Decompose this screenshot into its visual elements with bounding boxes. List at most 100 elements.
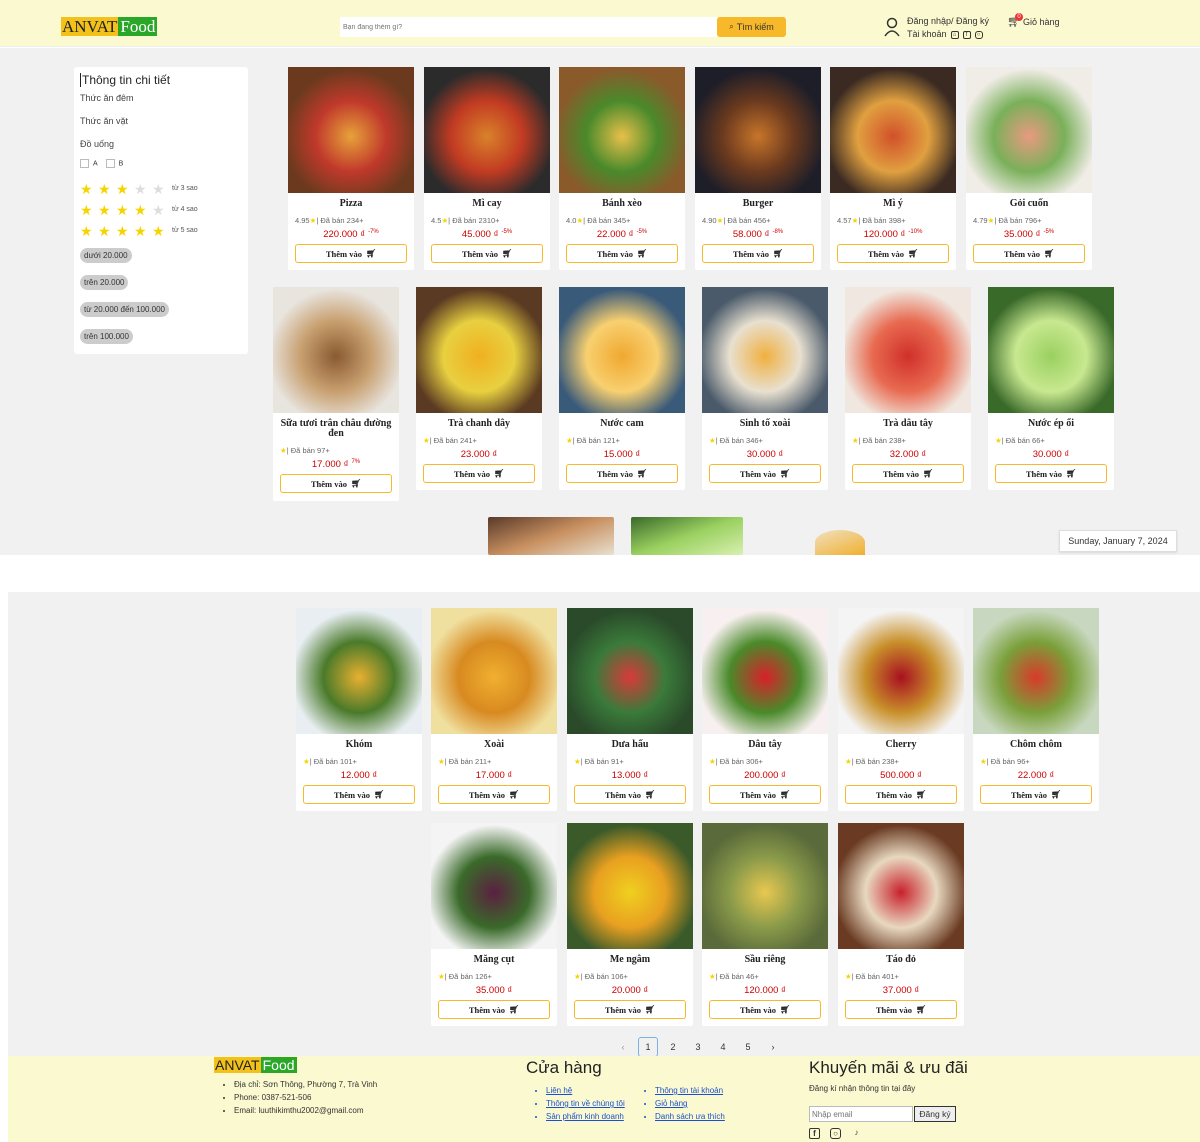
product-image[interactable] [296,608,422,734]
price-over-100000[interactable]: trên 100.000 [80,329,133,344]
product-name[interactable]: Trà chanh dây [416,419,542,429]
page-3[interactable]: 3 [688,1037,708,1057]
product-image[interactable] [416,287,542,413]
product-card[interactable]: Táo đỏ ★| Đã bán 401+ 37.000 ₫ Thêm vào 🛒︎ [838,823,964,1026]
add-to-cart-button[interactable]: Thêm vào 🛒︎ [303,785,415,804]
site-logo[interactable]: ANVAT Food [61,17,158,36]
category-drinks[interactable]: Đồ uống [80,139,242,149]
product-name[interactable]: Nước cam [559,419,685,429]
product-name[interactable]: Cherry [838,740,964,750]
product-name[interactable]: Khóm [296,740,422,750]
product-name[interactable]: Xoài [431,740,557,750]
checkbox-a[interactable]: A [80,159,98,168]
login-link[interactable]: Đăng nhập/ Đăng ký [907,15,989,28]
product-name[interactable]: Nước ép ổi [988,419,1114,429]
product-card[interactable]: Nước cam ★| Đã bán 121+ 15.000 ₫ Thêm vào 🛒︎ [559,287,685,490]
product-name[interactable]: Dưa hấu [567,740,693,750]
product-card[interactable]: Măng cụt ★| Đã bán 126+ 35.000 ₫ Thêm vào 🛒︎ [431,823,557,1026]
product-image[interactable] [559,67,685,193]
cart-link[interactable]: 🛒︎ 0 Giỏ hàng [1007,13,1060,28]
link-products[interactable]: Sản phẩm kinh doanh [546,1110,625,1123]
product-image[interactable] [845,287,971,413]
add-to-cart-button[interactable]: Thêm vào 🛒︎ [438,1000,550,1019]
add-to-cart-button[interactable]: Thêm vào 🛒︎ [566,464,678,483]
product-image[interactable] [702,823,828,949]
add-to-cart-button[interactable]: Thêm vào 🛒︎ [574,1000,686,1019]
product-card[interactable]: Trà chanh dây ★| Đã bán 241+ 23.000 ₫ Thêm … [416,287,542,490]
product-image[interactable] [695,67,821,193]
product-name[interactable]: Burger [695,199,821,209]
product-name[interactable]: Chôm chôm [973,740,1099,750]
add-to-cart-button[interactable]: Thêm vào 🛒︎ [973,244,1085,263]
page-2[interactable]: 2 [663,1037,683,1057]
page-4[interactable]: 4 [713,1037,733,1057]
search-input[interactable] [340,17,717,37]
link-wishlist[interactable]: Danh sách ưa thích [655,1110,725,1123]
product-card[interactable]: Chôm chôm ★| Đã bán 96+ 22.000 ₫ Thêm vào 🛒︎ [973,608,1099,811]
product-image[interactable] [559,287,685,413]
product-image[interactable] [838,608,964,734]
price-under-20000[interactable]: dưới 20.000 [80,248,132,263]
product-image[interactable] [273,287,399,413]
link-contact[interactable]: Liên hệ [546,1084,625,1097]
product-card[interactable]: Burger 4.90★| Đã bán 456+ 58.000 ₫ -8% Thêm … [695,67,821,270]
product-card[interactable]: Bánh xèo 4.0★| Đã bán 345+ 22.000 ₫ -5% Thêm… [559,67,685,270]
page-1[interactable]: 1 [638,1037,658,1057]
add-to-cart-button[interactable]: Thêm vào 🛒︎ [295,244,407,263]
add-to-cart-button[interactable]: Thêm vào 🛒︎ [709,464,821,483]
add-to-cart-button[interactable]: Thêm vào 🛒︎ [438,785,550,804]
product-card[interactable]: Xoài ★| Đã bán 211+ 17.000 ₫ Thêm vào 🛒︎ [431,608,557,811]
product-name[interactable]: Sữa tươi trân châu đường đen [273,419,399,439]
newsletter-email-input[interactable] [809,1106,913,1122]
product-name[interactable]: Măng cụt [431,955,557,965]
product-card[interactable]: Sữa tươi trân châu đường đen ★| Đã bán 97… [273,287,399,501]
add-to-cart-button[interactable]: Thêm vào 🛒︎ [995,464,1107,483]
product-name[interactable]: Me ngâm [567,955,693,965]
product-name[interactable]: Mì cay [424,199,550,209]
product-image[interactable] [567,608,693,734]
product-image[interactable] [702,287,828,413]
add-to-cart-button[interactable]: Thêm vào 🛒︎ [702,244,814,263]
link-cart[interactable]: Giỏ hàng [655,1097,725,1110]
product-card[interactable]: Mì ý 4.57★| Đã bán 398+ 120.000 ₫ -10% Thêm … [830,67,956,270]
product-card[interactable]: Mì cay 4.5★| Đã bán 2310+ 45.000 ₫ -5% Thêm … [424,67,550,270]
product-image[interactable] [702,608,828,734]
product-name[interactable]: Trà dâu tây [845,419,971,429]
add-to-cart-button[interactable]: Thêm vào 🛒︎ [709,1000,821,1019]
rating-filter-5[interactable]: ★ ★ ★ ★ ★ từ 5 sao [80,224,242,238]
product-card[interactable]: Dâu tây ★| Đã bán 306+ 200.000 ₫ Thêm vào 🛒︎ [702,608,828,811]
checkbox-b[interactable]: B [105,159,123,168]
product-card[interactable]: Nước ép ổi ★| Đã bán 66+ 30.000 ₫ Thêm vào 🛒… [988,287,1114,490]
product-card[interactable]: Me ngâm ★| Đã bán 106+ 20.000 ₫ Thêm vào 🛒︎ [567,823,693,1026]
tiktok-icon[interactable]: ♪ [851,1128,862,1139]
page-5[interactable]: 5 [738,1037,758,1057]
add-to-cart-button[interactable]: Thêm vào 🛒︎ [837,244,949,263]
add-to-cart-button[interactable]: Thêm vào 🛒︎ [574,785,686,804]
price-over-20000[interactable]: trên 20.000 [80,275,129,290]
subscribe-button[interactable]: Đăng ký [914,1106,956,1122]
add-to-cart-button[interactable]: Thêm vào 🛒︎ [845,1000,957,1019]
product-image[interactable] [424,67,550,193]
add-to-cart-button[interactable]: Thêm vào 🛒︎ [709,785,821,804]
search-button[interactable]: ⌕ Tìm kiếm [717,17,786,37]
product-image[interactable] [567,823,693,949]
facebook-icon[interactable]: f [809,1128,820,1139]
product-name[interactable]: Sầu riêng [702,955,828,965]
product-card[interactable]: Pizza 4.95★| Đã bán 234+ 220.000 ₫ -7% Thêm … [288,67,414,270]
product-name[interactable]: Sinh tố xoài [702,419,828,429]
product-name[interactable]: Táo đỏ [838,955,964,965]
product-name[interactable]: Bánh xèo [559,199,685,209]
add-to-cart-button[interactable]: Thêm vào 🛒︎ [423,464,535,483]
product-card[interactable]: Cherry ★| Đã bán 238+ 500.000 ₫ Thêm vào 🛒︎ [838,608,964,811]
product-image[interactable] [988,287,1114,413]
product-name[interactable]: Mì ý [830,199,956,209]
product-image[interactable] [966,67,1092,193]
product-name[interactable]: Pizza [288,199,414,209]
add-to-cart-button[interactable]: Thêm vào 🛒︎ [280,474,392,493]
product-card[interactable]: Khóm ★| Đã bán 101+ 12.000 ₫ Thêm vào 🛒︎ [296,608,422,811]
product-name[interactable]: Dâu tây [702,740,828,750]
rating-filter-3[interactable]: ★ ★ ★ ★ ★ từ 3 sao [80,182,242,196]
product-image[interactable] [973,608,1099,734]
product-image[interactable] [431,608,557,734]
product-image[interactable] [431,823,557,949]
